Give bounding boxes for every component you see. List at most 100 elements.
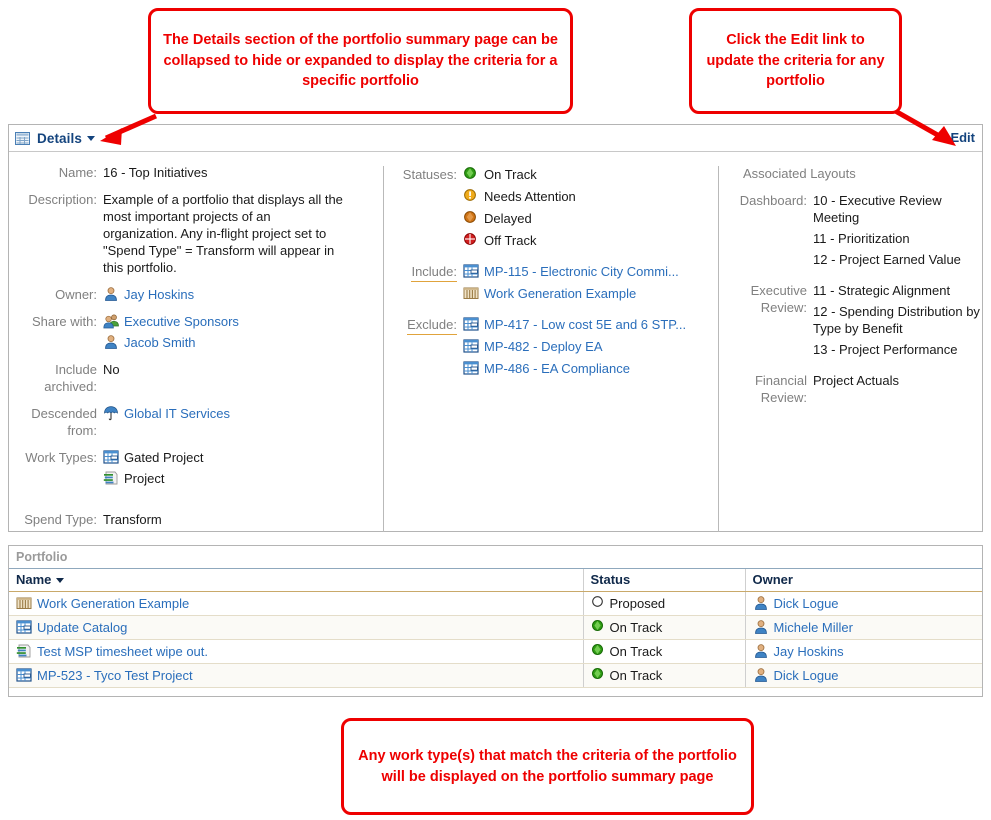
gated-project-icon: [103, 449, 119, 465]
table-row[interactable]: Update Catalog On Track Michele Miller: [9, 615, 982, 640]
field-include: Include: MP-115 - Electronic City Commi.…: [401, 263, 718, 302]
work-type-item: Project: [103, 470, 383, 487]
exclude-link[interactable]: MP-486 - EA Compliance: [484, 360, 630, 377]
exclude-link[interactable]: MP-417 - Low cost 5E and 6 STP...: [484, 316, 686, 333]
include-label: Include:: [411, 263, 457, 282]
include-link[interactable]: MP-115 - Electronic City Commi...: [484, 263, 679, 280]
owner-entry[interactable]: Jay Hoskins: [103, 286, 383, 303]
status-item: Delayed: [463, 210, 718, 227]
owner-link[interactable]: Jay Hoskins: [124, 286, 194, 303]
row-owner-link[interactable]: Dick Logue: [774, 596, 839, 611]
include-link[interactable]: Work Generation Example: [484, 285, 636, 302]
row-status-label: Proposed: [609, 595, 666, 611]
work-types-list: Gated Project Project: [103, 449, 383, 487]
exclude-item[interactable]: MP-482 - Deploy EA: [463, 338, 718, 355]
work-type-label: Project: [124, 471, 165, 486]
row-owner-link[interactable]: Dick Logue: [774, 668, 839, 683]
exclude-label: Exclude:: [407, 316, 457, 335]
financial-review-list: Project Actuals: [813, 372, 980, 406]
exclude-item[interactable]: MP-417 - Low cost 5E and 6 STP...: [463, 316, 718, 333]
cell-name: Work Generation Example: [9, 591, 584, 616]
column-header-status[interactable]: Status: [583, 569, 746, 592]
cell-name: MP-523 - Tyco Test Project: [9, 663, 584, 688]
share-with-item[interactable]: Executive Sponsors: [103, 313, 383, 330]
descended-from-link[interactable]: Global IT Services: [124, 405, 230, 422]
status-on-track-icon: [591, 667, 605, 683]
owner-label: Owner:: [55, 287, 97, 302]
name-value: 16 - Top Initiatives: [103, 165, 208, 180]
callout-edit-link: Click the Edit link to update the criter…: [689, 8, 902, 114]
field-owner: Owner: Jay Hoskins: [11, 286, 383, 303]
dashboard-label: Dashboard:: [739, 193, 807, 208]
row-status-label: On Track: [609, 667, 663, 683]
include-item[interactable]: Work Generation Example: [463, 285, 718, 302]
share-with-item[interactable]: Jacob Smith: [103, 334, 383, 351]
user-icon: [753, 595, 769, 611]
row-owner-link[interactable]: Michele Miller: [774, 620, 853, 635]
callout-bottom-text: Any work type(s) that match the criteria…: [358, 747, 737, 785]
status-on-track-icon: [591, 619, 605, 635]
gated-project-icon: [463, 316, 479, 332]
include-archived-value: No: [103, 362, 120, 377]
details-panel-body: Name: 16 - Top Initiatives Description: …: [9, 152, 982, 532]
exclude-link[interactable]: MP-482 - Deploy EA: [484, 338, 603, 355]
portfolio-grid-panel: Portfolio Name Status Owner Work Generat…: [8, 545, 983, 697]
column-header-name-label: Name: [16, 572, 52, 588]
status-label: Off Track: [484, 233, 537, 248]
work-type-label: Gated Project: [124, 450, 204, 465]
row-name-link[interactable]: MP-523 - Tyco Test Project: [37, 668, 193, 683]
layout-item: Project Actuals: [813, 373, 899, 388]
cell-status: On Track: [583, 663, 746, 688]
field-spend-type: Spend Type: Transform: [11, 511, 383, 528]
exclude-label-wrap: Exclude:: [401, 316, 463, 377]
project-icon: [16, 643, 32, 659]
share-with-link[interactable]: Jacob Smith: [124, 334, 196, 351]
field-work-types: Work Types: Gated Project Project: [11, 449, 383, 487]
table-row[interactable]: MP-523 - Tyco Test Project On Track Dick…: [9, 663, 982, 688]
statuses-list: On Track Needs Attention Delayed Off Tra…: [463, 166, 718, 249]
spend-type-value: Transform: [103, 512, 162, 527]
cell-name: Test MSP timesheet wipe out.: [9, 639, 584, 664]
callout-details-text: The Details section of the portfolio sum…: [163, 32, 558, 90]
field-executive-review-layouts: Executive Review: 11 - Strategic Alignme…: [735, 282, 980, 362]
status-label: Delayed: [484, 211, 532, 226]
gated-project-icon: [463, 338, 479, 354]
portfolio-icon: [463, 285, 479, 301]
details-title: Details: [37, 130, 82, 146]
field-descended-from: Descended from: Global IT Services: [11, 405, 383, 439]
work-type-item: Gated Project: [103, 449, 383, 466]
layout-item: 12 - Spending Distribution by Type by Be…: [813, 304, 980, 336]
exclude-item[interactable]: MP-486 - EA Compliance: [463, 360, 718, 377]
details-middle-column: Statuses: On Track Needs Attention Delay…: [383, 166, 718, 532]
status-proposed-icon: [591, 595, 605, 611]
table-row[interactable]: Test MSP timesheet wipe out. On Track Ja…: [9, 639, 982, 664]
table-row[interactable]: Work Generation Example Proposed Dick Lo…: [9, 591, 982, 616]
gated-project-icon: [16, 667, 32, 683]
row-name-link[interactable]: Update Catalog: [37, 620, 127, 635]
layout-item: 11 - Strategic Alignment: [813, 283, 951, 298]
share-with-link[interactable]: Executive Sponsors: [124, 313, 239, 330]
statuses-label: Statuses:: [402, 167, 457, 182]
grid-table-icon: [15, 131, 30, 145]
descended-from-entry[interactable]: Global IT Services: [103, 405, 383, 422]
callout-edit-text: Click the Edit link to update the criter…: [706, 32, 885, 90]
user-icon: [103, 286, 119, 302]
details-left-column: Name: 16 - Top Initiatives Description: …: [9, 164, 383, 532]
description-value: Example of a portfolio that displays all…: [103, 192, 343, 275]
portfolio-grid-caption: Portfolio: [9, 546, 982, 569]
include-item[interactable]: MP-115 - Electronic City Commi...: [463, 263, 718, 280]
name-label: Name:: [58, 165, 97, 180]
row-owner-link[interactable]: Jay Hoskins: [774, 644, 844, 659]
column-header-owner[interactable]: Owner: [745, 569, 982, 592]
share-with-label: Share with:: [31, 314, 97, 329]
row-name-link[interactable]: Test MSP timesheet wipe out.: [37, 644, 208, 659]
gated-project-icon: [463, 263, 479, 279]
column-header-name[interactable]: Name: [9, 569, 584, 592]
executive-review-list: 11 - Strategic Alignment 12 - Spending D…: [813, 282, 980, 362]
cell-owner: Jay Hoskins: [745, 639, 982, 664]
row-name-link[interactable]: Work Generation Example: [37, 596, 189, 611]
sort-descending-icon[interactable]: [56, 578, 65, 584]
user-icon: [753, 643, 769, 659]
description-label: Description:: [28, 192, 97, 207]
table-header-row: Name Status Owner: [9, 569, 982, 592]
